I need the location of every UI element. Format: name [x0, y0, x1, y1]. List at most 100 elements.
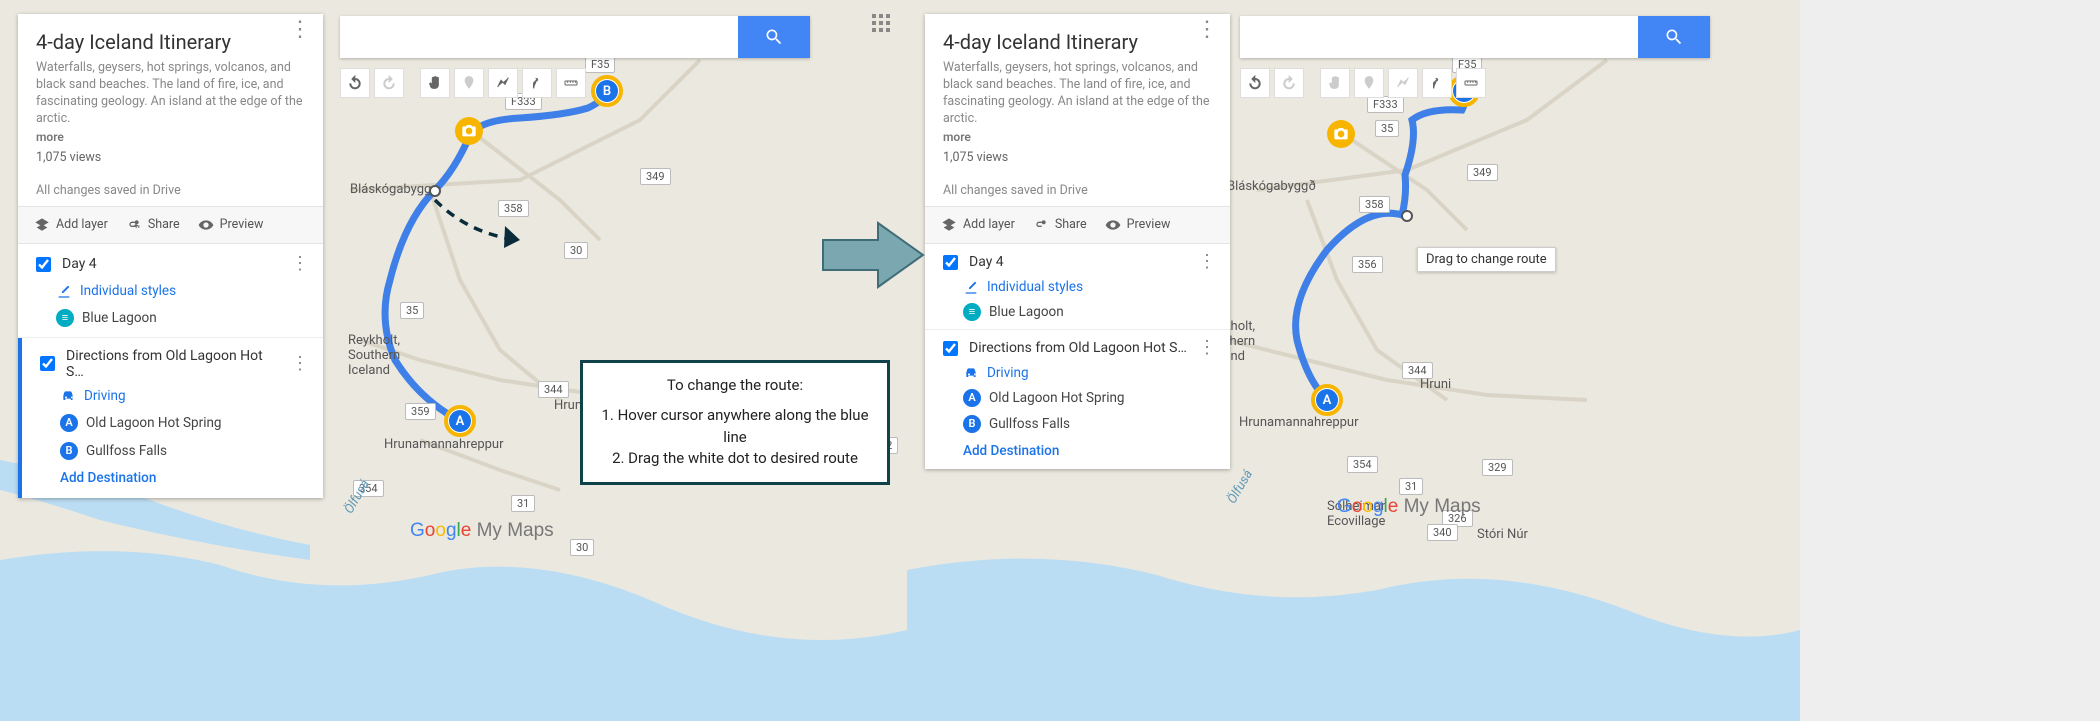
description-more-link[interactable]: more — [943, 130, 1212, 144]
add-layer-button[interactable]: Add layer — [34, 217, 108, 233]
layer-day4: Day 4 ⋮ Individual styles ≡Blue Lagoon — [925, 244, 1230, 330]
road-shield: 354 — [1347, 456, 1378, 473]
road-shield: 31 — [511, 495, 535, 512]
place-item[interactable]: ≡Blue Lagoon — [56, 309, 309, 327]
map-title: 4-day Iceland Itinerary — [36, 30, 305, 54]
place-label: Bláskógabygg — [350, 183, 431, 198]
layer-visibility-checkbox[interactable] — [943, 341, 958, 356]
layer-name[interactable]: Day 4 — [62, 256, 283, 272]
redo-button[interactable] — [1274, 68, 1304, 98]
road-shield: F35 — [585, 56, 615, 73]
road-shield: 35 — [1375, 120, 1399, 137]
photo-pin[interactable] — [1327, 120, 1355, 148]
layer-name[interactable]: Directions from Old Lagoon Hot S… — [969, 340, 1190, 356]
callout-title: To change the route: — [597, 375, 873, 397]
search-button[interactable] — [738, 16, 810, 58]
road-shield: F333 — [1367, 96, 1404, 113]
redo-button[interactable] — [374, 68, 404, 98]
transition-arrow-icon — [818, 215, 928, 295]
description-more-link[interactable]: more — [36, 130, 305, 144]
callout-step: 2. Drag the white dot to desired route — [597, 448, 873, 470]
instruction-callout: To change the route: 1. Hover cursor any… — [580, 360, 890, 485]
sidebar-panel: ⋮ 4-day Iceland Itinerary Waterfalls, ge… — [925, 14, 1230, 469]
sidebar-panel: ⋮ 4-day Iceland Itinerary Waterfalls, ge… — [18, 14, 323, 498]
view-count: 1,075 views — [36, 150, 305, 165]
preview-button[interactable]: Preview — [198, 217, 264, 233]
style-link[interactable]: Individual styles — [56, 283, 309, 299]
place-label: Stóri Núr — [1477, 528, 1528, 543]
waypoint-b[interactable]: B — [591, 75, 623, 107]
layer-name[interactable]: Directions from Old Lagoon Hot S… — [66, 348, 283, 380]
view-count: 1,075 views — [943, 150, 1212, 165]
layer-directions: Directions from Old Lagoon Hot S… ⋮ Driv… — [925, 330, 1230, 469]
road-shield: 35 — [400, 302, 424, 319]
waypoint-b-item[interactable]: BGullfoss Falls — [60, 442, 309, 460]
waypoint-a-item[interactable]: AOld Lagoon Hot Spring — [963, 389, 1216, 407]
road-shield: 349 — [640, 168, 671, 185]
road-shield: 329 — [1482, 459, 1513, 476]
save-status: All changes saved in Drive — [36, 183, 305, 198]
search-bar — [340, 16, 810, 58]
photo-pin[interactable] — [455, 117, 483, 145]
map-description: Waterfalls, geysers, hot springs, volcan… — [36, 60, 305, 128]
road-shield: 30 — [564, 242, 588, 259]
draw-line-tool[interactable] — [488, 68, 518, 98]
add-marker-tool[interactable] — [1354, 68, 1384, 98]
share-button[interactable]: Share — [126, 217, 180, 233]
place-label: Hrunamannahreppur — [1239, 416, 1359, 431]
road-shield: 344 — [538, 381, 569, 398]
measure-tool[interactable] — [1456, 68, 1486, 98]
road-shield: 356 — [1352, 256, 1383, 273]
waypoint-a-item[interactable]: AOld Lagoon Hot Spring — [60, 414, 309, 432]
pan-tool[interactable] — [420, 68, 450, 98]
add-layer-button[interactable]: Add layer — [941, 217, 1015, 233]
directions-tool[interactable] — [522, 68, 552, 98]
place-label: Hruni — [1420, 378, 1451, 393]
layer-visibility-checkbox[interactable] — [36, 257, 51, 272]
layer-visibility-checkbox[interactable] — [943, 255, 958, 270]
google-mymaps-logo: Google My Maps — [1337, 496, 1481, 518]
style-link[interactable]: Individual styles — [963, 279, 1216, 295]
place-label: Reykholt, Southern Iceland — [348, 334, 400, 379]
drag-route-tooltip: Drag to change route — [1417, 247, 1556, 272]
search-input[interactable] — [340, 16, 738, 58]
waypoint-a[interactable]: A — [1311, 384, 1343, 416]
route-drag-handle[interactable] — [1401, 210, 1413, 222]
layer-name[interactable]: Day 4 — [969, 254, 1190, 270]
search-input[interactable] — [1240, 16, 1638, 58]
road-shield: 340 — [1427, 524, 1458, 541]
layer-day4: Day 4 ⋮ Individual styles ≡Blue Lagoon — [18, 244, 323, 338]
apps-grid-icon[interactable] — [872, 14, 890, 32]
map-toolbar — [1240, 68, 1486, 98]
directions-tool[interactable] — [1422, 68, 1452, 98]
measure-tool[interactable] — [556, 68, 586, 98]
share-button[interactable]: Share — [1033, 217, 1087, 233]
preview-button[interactable]: Preview — [1105, 217, 1171, 233]
place-item[interactable]: ≡Blue Lagoon — [963, 303, 1216, 321]
travel-mode[interactable]: Driving — [963, 365, 1216, 381]
waypoint-b-item[interactable]: BGullfoss Falls — [963, 415, 1216, 433]
map-title: 4-day Iceland Itinerary — [943, 30, 1212, 54]
road-shield: 30 — [570, 539, 594, 556]
place-label: Bláskógabyggð — [1227, 180, 1316, 195]
undo-button[interactable] — [340, 68, 370, 98]
save-status: All changes saved in Drive — [943, 183, 1212, 198]
place-label: Hrunamannahreppur — [384, 438, 504, 453]
travel-mode[interactable]: Driving — [60, 388, 309, 404]
callout-step: 1. Hover cursor anywhere along the blue … — [597, 405, 873, 449]
add-marker-tool[interactable] — [454, 68, 484, 98]
layer-directions: Directions from Old Lagoon Hot S… ⋮ Driv… — [18, 338, 323, 498]
map-toolbar — [340, 68, 586, 98]
draw-line-tool[interactable] — [1388, 68, 1418, 98]
search-button[interactable] — [1638, 16, 1710, 58]
waypoint-a[interactable]: A — [444, 405, 476, 437]
road-shield: 359 — [405, 403, 436, 420]
add-destination-button[interactable]: Add Destination — [60, 470, 309, 486]
add-destination-button[interactable]: Add Destination — [963, 443, 1216, 459]
layer-visibility-checkbox[interactable] — [40, 356, 55, 371]
road-shield: 358 — [498, 200, 529, 217]
google-mymaps-logo: Google My Maps — [410, 520, 554, 542]
undo-button[interactable] — [1240, 68, 1270, 98]
road-shield: 349 — [1467, 164, 1498, 181]
pan-tool[interactable] — [1320, 68, 1350, 98]
